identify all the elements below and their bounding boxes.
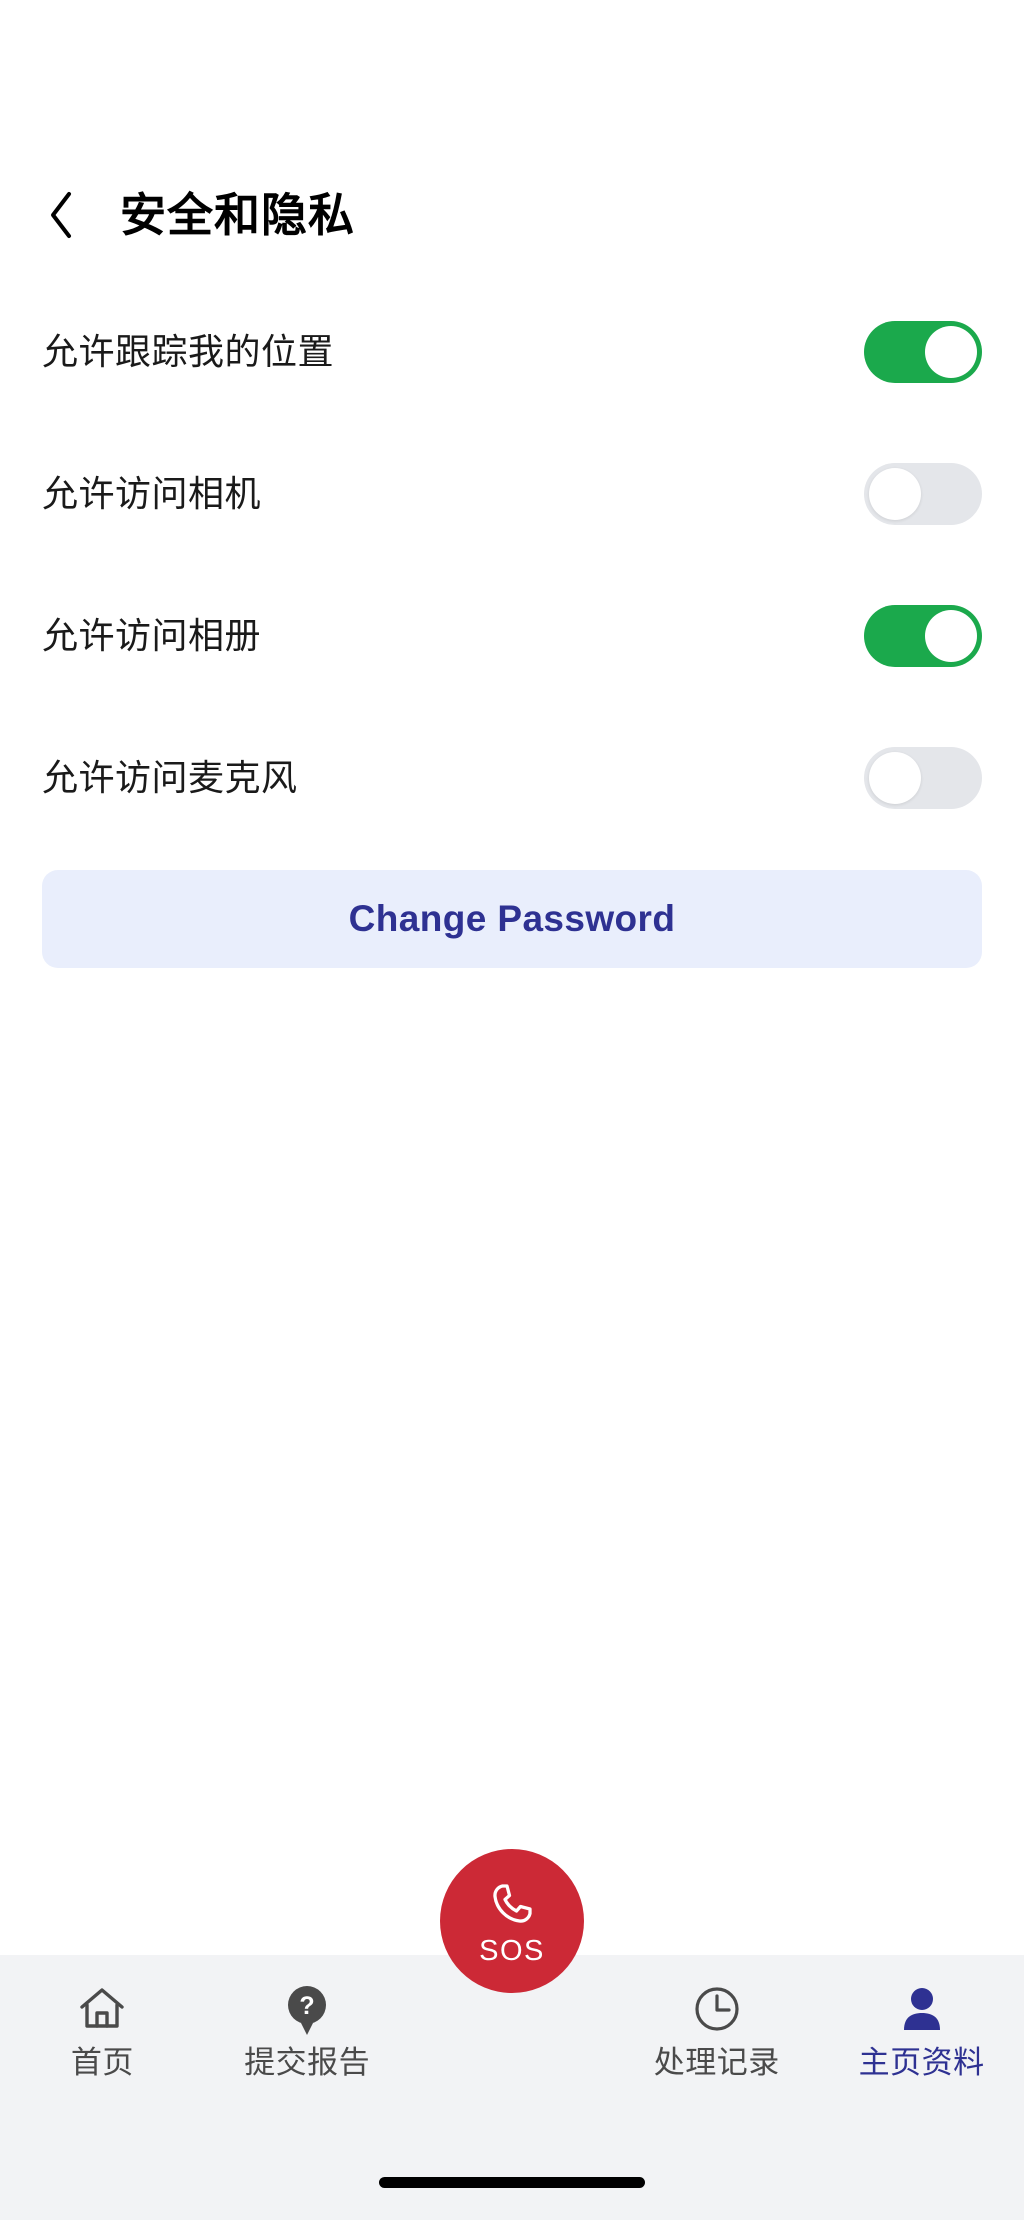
- question-bubble-icon: ?: [281, 1981, 333, 2037]
- person-icon: [896, 1981, 948, 2037]
- nav-label-home: 首页: [70, 2045, 134, 2080]
- settings-list: 允许跟踪我的位置 允许访问相机 允许访问相册 允许访问麦克风: [0, 302, 1024, 828]
- nav-item-submit-report[interactable]: ? 提交报告: [205, 1981, 410, 2078]
- setting-row: 允许跟踪我的位置: [42, 302, 982, 402]
- setting-label-location-tracking: 允许跟踪我的位置: [42, 331, 335, 373]
- phone-handset-icon: [484, 1876, 540, 1935]
- toggle-knob: [869, 752, 921, 804]
- nav-label-processing-records: 处理记录: [653, 2045, 780, 2080]
- app-screen: 安全和隐私 允许跟踪我的位置 允许访问相机 允许访问相册 允许访问麦克风 Cha…: [0, 0, 1024, 2220]
- change-password-button[interactable]: Change Password: [42, 870, 982, 968]
- toggle-knob: [925, 610, 977, 662]
- toggle-photo-library-access[interactable]: [864, 605, 982, 667]
- nav-label-submit-report: 提交报告: [244, 2045, 371, 2080]
- clock-icon: [691, 1981, 743, 2037]
- page-header: 安全和隐私: [0, 172, 1024, 258]
- setting-row: 允许访问相机: [42, 444, 982, 544]
- nav-item-processing-records[interactable]: 处理记录: [614, 1981, 819, 2078]
- svg-text:?: ?: [300, 1992, 315, 2020]
- setting-label-photo-library-access: 允许访问相册: [42, 615, 262, 657]
- toggle-camera-access[interactable]: [864, 463, 982, 525]
- home-indicator: [379, 2177, 645, 2188]
- toggle-microphone-access[interactable]: [864, 747, 982, 809]
- nav-item-profile[interactable]: 主页资料: [819, 1981, 1024, 2078]
- toggle-knob: [925, 326, 977, 378]
- page-title: 安全和隐私: [120, 189, 355, 241]
- nav-item-home[interactable]: 首页: [0, 1981, 205, 2078]
- setting-row: 允许访问相册: [42, 586, 982, 686]
- toggle-knob: [869, 468, 921, 520]
- status-bar: [0, 0, 1024, 172]
- change-password-section: Change Password: [0, 870, 1024, 968]
- sos-button[interactable]: SOS: [440, 1849, 584, 1993]
- chevron-left-icon: [47, 190, 77, 240]
- sos-label: SOS: [479, 1935, 545, 1967]
- bottom-navigation-bar: 首页 ? 提交报告 处理记录 主页资料 SOS: [0, 1849, 1024, 2220]
- toggle-location-tracking[interactable]: [864, 321, 982, 383]
- setting-label-camera-access: 允许访问相机: [42, 473, 262, 515]
- nav-label-profile: 主页资料: [858, 2045, 985, 2080]
- setting-label-microphone-access: 允许访问麦克风: [42, 757, 298, 799]
- home-icon: [76, 1981, 128, 2037]
- setting-row: 允许访问麦克风: [42, 728, 982, 828]
- back-button[interactable]: [42, 189, 82, 241]
